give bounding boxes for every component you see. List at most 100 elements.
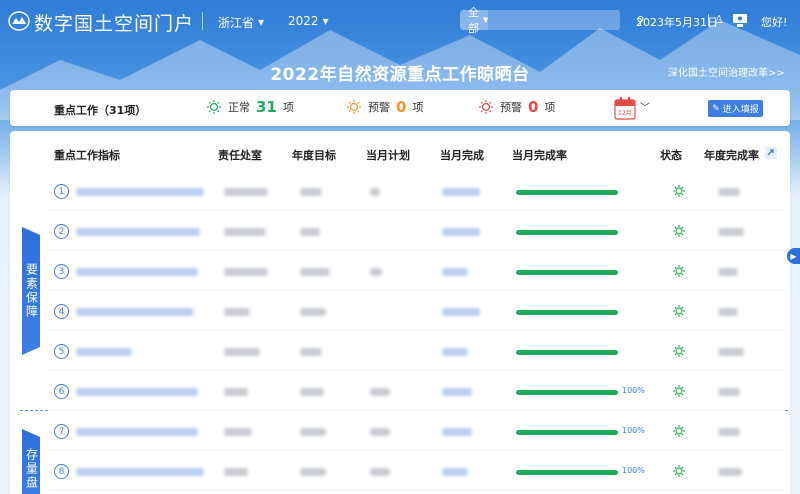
divider: [202, 12, 203, 30]
chevron-down-icon: ▼: [322, 16, 329, 26]
table-row[interactable]: 1: [50, 171, 785, 211]
warning-orange-label: 预警: [368, 101, 390, 114]
annual-target-redacted: [300, 468, 326, 476]
table-row[interactable]: 6 100%: [50, 371, 785, 411]
table-row[interactable]: 3: [50, 251, 785, 291]
annual-rate-redacted: [718, 268, 738, 276]
annual-rate-redacted: [718, 228, 744, 236]
group-tab-stock[interactable]: 存量盘: [22, 429, 40, 494]
row-index: 2: [54, 224, 69, 239]
indicator-name-redacted[interactable]: [76, 308, 194, 316]
indicator-name-redacted[interactable]: [76, 388, 198, 396]
warning-red-stat[interactable]: 预警 0 项: [478, 98, 555, 116]
logo-icon: [8, 11, 30, 31]
avatar[interactable]: [732, 12, 748, 28]
monthly-done-redacted: [442, 468, 468, 476]
monthly-progress-bar: [516, 470, 618, 475]
work-table-card: 重点工作指标 责任处室 年度目标 当月计划 当月完成 当月完成率 状态 年度完成…: [10, 131, 790, 494]
department-redacted: [224, 308, 250, 316]
department-redacted: [224, 188, 268, 196]
chevron-down-icon[interactable]: ﹀: [640, 99, 650, 114]
bulb-green-icon: [673, 465, 685, 477]
row-index: 4: [54, 304, 69, 319]
normal-stat[interactable]: 正常 31 项: [206, 98, 294, 116]
calendar-month: 12月: [618, 110, 632, 117]
row-index: 8: [54, 464, 69, 479]
search-input[interactable]: [488, 10, 637, 30]
bulb-green-icon: [673, 345, 685, 357]
table-row[interactable]: 5: [50, 331, 785, 371]
indicator-name-redacted[interactable]: [76, 268, 198, 276]
monthly-done-redacted: [442, 348, 468, 356]
search-scope-select[interactable]: 全部 ▼: [460, 6, 489, 35]
annual-target-redacted: [300, 228, 320, 236]
column-header: 状态: [660, 149, 682, 162]
table-row[interactable]: 7 100%: [50, 411, 785, 451]
annual-rate-redacted: [718, 188, 740, 196]
bulb-green-icon: [673, 305, 685, 317]
indicator-name-redacted[interactable]: [76, 188, 204, 196]
annual-target-redacted: [300, 268, 330, 276]
department-redacted: [224, 428, 252, 436]
top-bar: 数字国土空间门户 浙江省 ▼ 2022 ▼ 全部 ▼ ⚲ 2023年5月31日 …: [0, 0, 800, 42]
monthly-progress-bar: [516, 230, 618, 235]
bulb-green-icon: [673, 225, 685, 237]
monthly-plan-redacted: [370, 188, 380, 196]
enter-fill-button[interactable]: ✎ 进入填报: [708, 100, 763, 117]
column-header: 年度完成率: [704, 149, 759, 162]
department-redacted: [224, 268, 268, 276]
search-bar: 全部 ▼ ⚲: [460, 6, 644, 35]
normal-label: 正常: [228, 101, 250, 114]
region-dropdown[interactable]: 浙江省 ▼: [218, 14, 264, 31]
bulb-green-icon: [207, 100, 221, 114]
bulb-green-icon: [673, 185, 685, 197]
side-expand-button[interactable]: ▶: [787, 248, 800, 264]
column-header: 当月完成率: [512, 149, 567, 162]
monthly-done-redacted: [442, 428, 472, 436]
bulb-green-icon: [673, 385, 685, 397]
department-redacted: [224, 228, 266, 236]
monthly-progress-bar: [516, 350, 618, 355]
chevron-down-icon: ▼: [258, 18, 265, 27]
group-tab-factor-guarantee[interactable]: 要素保障: [22, 227, 40, 355]
column-header: 当月计划: [366, 149, 410, 162]
monthly-done-redacted: [442, 308, 480, 316]
group-label: 存量盘: [24, 448, 39, 490]
warning-orange-unit: 项: [412, 101, 424, 114]
table-row[interactable]: 8 100%: [50, 451, 785, 491]
annual-rate-redacted: [718, 468, 742, 476]
key-work-label: 重点工作（31项）: [54, 104, 147, 117]
current-date: 2023年5月31日: [636, 16, 718, 29]
indicator-name-redacted[interactable]: [76, 428, 198, 436]
reform-link[interactable]: 深化国土空间治理改革>>: [668, 64, 785, 79]
monthly-rate-label: 100%: [622, 466, 645, 475]
annual-target-redacted: [300, 348, 322, 356]
indicator-name-redacted[interactable]: [76, 468, 204, 476]
row-index: 5: [54, 344, 69, 359]
export-icon[interactable]: [764, 146, 778, 160]
monthly-progress-bar: [516, 390, 618, 395]
year-value: 2022: [288, 14, 319, 28]
user-icon[interactable]: ♙: [714, 13, 724, 26]
annual-target-redacted: [300, 388, 324, 396]
year-dropdown[interactable]: 2022 ▼: [288, 14, 329, 28]
monthly-done-redacted: [442, 268, 468, 276]
table-row[interactable]: 2: [50, 211, 785, 251]
table-row[interactable]: 4: [50, 291, 785, 331]
warning-orange-count: 0: [396, 98, 407, 116]
normal-count: 31: [256, 98, 277, 116]
monthly-plan-redacted: [370, 468, 390, 476]
warning-red-label: 预警: [500, 101, 522, 114]
department-redacted: [224, 348, 260, 356]
indicator-name-redacted[interactable]: [76, 228, 200, 236]
enter-fill-label: 进入填报: [722, 105, 759, 115]
monthly-done-redacted: [442, 228, 480, 236]
indicator-name-redacted[interactable]: [76, 348, 132, 356]
monthly-progress-bar: [516, 270, 618, 275]
annual-target-redacted: [300, 428, 326, 436]
monthly-done-redacted: [442, 388, 472, 396]
calendar-icon[interactable]: 12月: [614, 96, 636, 120]
summary-bar: 重点工作（31项） 正常 31 项 预警 0 项 预警 0 项 12月 ﹀ ✎ …: [10, 90, 790, 126]
annual-rate-redacted: [718, 428, 740, 436]
warning-orange-stat[interactable]: 预警 0 项: [346, 98, 423, 116]
